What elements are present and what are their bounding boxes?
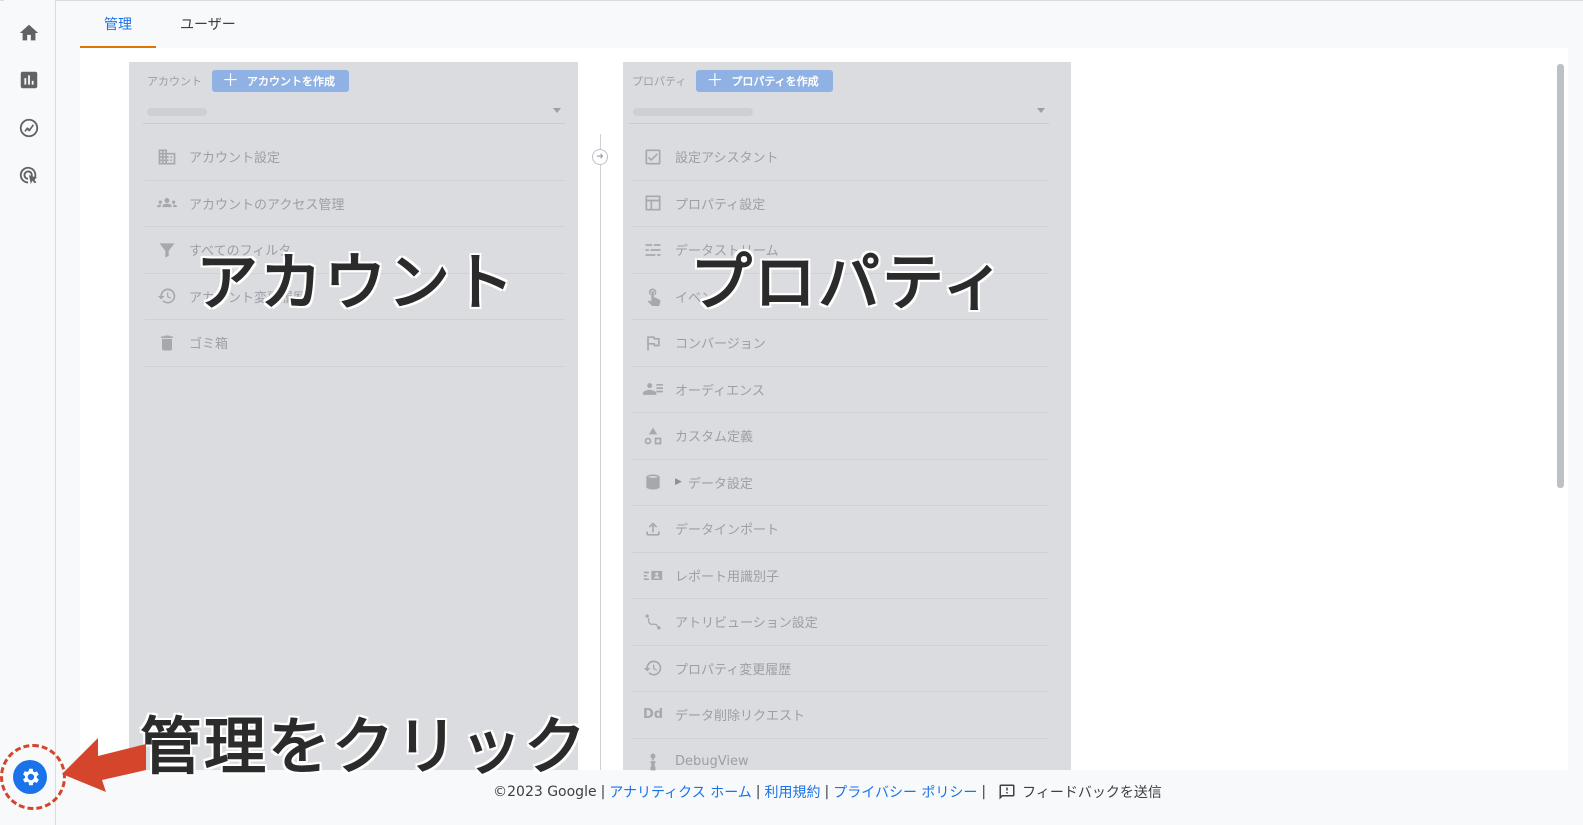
audiences-item[interactable]: オーディエンス xyxy=(631,367,1049,413)
debugview-label: DebugView xyxy=(675,754,749,770)
explore-icon[interactable] xyxy=(15,114,43,142)
separator: | xyxy=(755,784,761,800)
property-name-redacted xyxy=(633,107,753,116)
account-header: アカウント ＋ アカウントを作成 xyxy=(147,70,349,92)
feedback-icon xyxy=(999,784,1015,800)
audience-icon xyxy=(641,377,665,401)
attribution-settings-item[interactable]: アトリビューション設定 xyxy=(631,599,1049,646)
shapes-icon xyxy=(641,424,665,448)
upload-icon xyxy=(641,517,665,541)
left-nav-rail xyxy=(4,0,56,825)
reports-icon[interactable] xyxy=(15,66,43,94)
attribution-icon xyxy=(641,610,665,634)
arrow-right-icon: ➜ xyxy=(592,149,608,165)
scrollbar[interactable] xyxy=(1557,64,1564,488)
reporting-identity-label: レポート用識別子 xyxy=(675,569,780,585)
property-annotation: プロパティ xyxy=(689,245,1007,320)
chevron-down-icon xyxy=(1037,108,1045,113)
chevron-down-icon xyxy=(553,108,561,113)
property-selector[interactable] xyxy=(629,100,1049,124)
layout-icon xyxy=(641,191,665,215)
trash-icon xyxy=(155,331,179,355)
database-icon xyxy=(641,470,665,494)
property-header: プロパティ ＋ プロパティを作成 xyxy=(632,70,833,92)
click-admin-annotation: 管理をクリック xyxy=(139,709,589,784)
audiences-label: オーディエンス xyxy=(675,383,765,399)
account-settings-label: アカウント設定 xyxy=(189,151,281,167)
setup-assistant-label: 設定アシスタント xyxy=(675,151,779,167)
property-change-history-item[interactable]: プロパティ変更履歴 xyxy=(631,646,1049,692)
tab-user[interactable]: ユーザー xyxy=(156,0,260,48)
custom-definitions-item[interactable]: カスタム定義 xyxy=(631,413,1049,460)
account-annotation: アカウント xyxy=(195,245,517,320)
create-account-button[interactable]: ＋ アカウントを作成 xyxy=(212,70,349,92)
create-property-label: プロパティを作成 xyxy=(731,75,819,88)
building-icon xyxy=(155,145,179,169)
data-deletion-requests-item[interactable]: Dd データ削除リクエスト xyxy=(631,692,1049,739)
property-column: プロパティ ＋ プロパティを作成 設定アシスタント プロパティ設定 データストリ… xyxy=(623,62,1071,771)
expand-arrow-icon: ▶ xyxy=(675,477,682,488)
plus-icon: ＋ xyxy=(222,70,239,91)
data-import-item[interactable]: データインポート xyxy=(631,506,1049,553)
conversions-label: コンバージョン xyxy=(675,337,766,353)
trash-label: ゴミ箱 xyxy=(189,337,229,353)
account-column: アカウント ＋ アカウントを作成 アカウント設定 アカウントのアクセス管理 すべ… xyxy=(129,62,578,770)
data-settings-item[interactable]: ▶ データ設定 xyxy=(631,460,1049,506)
people-icon xyxy=(155,191,179,215)
data-streams-icon xyxy=(641,238,665,262)
send-feedback-label: フィードバックを送信 xyxy=(1022,785,1162,801)
create-property-button[interactable]: ＋ プロパティを作成 xyxy=(696,70,833,92)
plus-icon: ＋ xyxy=(706,70,724,91)
separator: | xyxy=(824,784,830,800)
footer: ©2023 Google | アナリティクス ホーム | 利用規約 | プライバ… xyxy=(0,780,1583,804)
setup-assistant-item[interactable]: 設定アシスタント xyxy=(631,134,1049,181)
terms-link[interactable]: 利用規約 xyxy=(765,782,821,802)
touch-icon xyxy=(641,284,665,308)
property-settings-label: プロパティ設定 xyxy=(675,197,766,213)
advertising-icon[interactable] xyxy=(15,162,43,190)
separator: | xyxy=(600,784,606,800)
property-settings-item[interactable]: プロパティ設定 xyxy=(631,181,1049,227)
data-import-label: データインポート xyxy=(675,523,780,539)
flag-icon xyxy=(641,331,665,355)
dd-icon: Dd xyxy=(642,707,664,723)
account-access-label: アカウントのアクセス管理 xyxy=(189,197,345,213)
id-icon xyxy=(641,563,665,587)
reporting-identity-item[interactable]: レポート用識別子 xyxy=(631,553,1049,599)
debug-icon xyxy=(641,750,665,774)
account-settings-item[interactable]: アカウント設定 xyxy=(145,134,565,181)
filter-icon xyxy=(155,238,179,262)
tab-admin[interactable]: 管理 xyxy=(80,0,156,48)
column-connector-line xyxy=(600,134,601,770)
create-account-label: アカウントを作成 xyxy=(247,75,335,88)
history-icon xyxy=(641,656,665,680)
data-settings-label: データ設定 xyxy=(687,476,753,492)
admin-tabs: 管理 ユーザー xyxy=(80,0,260,48)
privacy-policy-link[interactable]: プライバシー ポリシー xyxy=(833,782,977,802)
debugview-item[interactable]: DebugView xyxy=(631,739,1049,786)
property-change-history-label: プロパティ変更履歴 xyxy=(675,662,792,678)
home-icon[interactable] xyxy=(15,19,43,47)
custom-definitions-label: カスタム定義 xyxy=(675,430,754,446)
account-access-item[interactable]: アカウントのアクセス管理 xyxy=(145,181,565,227)
attribution-settings-label: アトリビューション設定 xyxy=(675,616,818,632)
data-deletion-requests-label: データ削除リクエスト xyxy=(675,709,806,725)
history-icon xyxy=(155,284,179,308)
checkbox-icon xyxy=(641,145,665,169)
trash-item[interactable]: ゴミ箱 xyxy=(145,320,565,367)
conversions-item[interactable]: コンバージョン xyxy=(631,320,1049,367)
account-name-redacted xyxy=(147,107,207,116)
analytics-home-link[interactable]: アナリティクス ホーム xyxy=(609,782,752,802)
property-header-label: プロパティ xyxy=(632,75,687,88)
copyright: ©2023 Google xyxy=(493,784,597,800)
account-header-label: アカウント xyxy=(147,75,202,88)
send-feedback-button[interactable]: フィードバックを送信 xyxy=(998,782,1162,802)
separator: | xyxy=(981,784,987,800)
account-selector[interactable] xyxy=(143,100,565,124)
